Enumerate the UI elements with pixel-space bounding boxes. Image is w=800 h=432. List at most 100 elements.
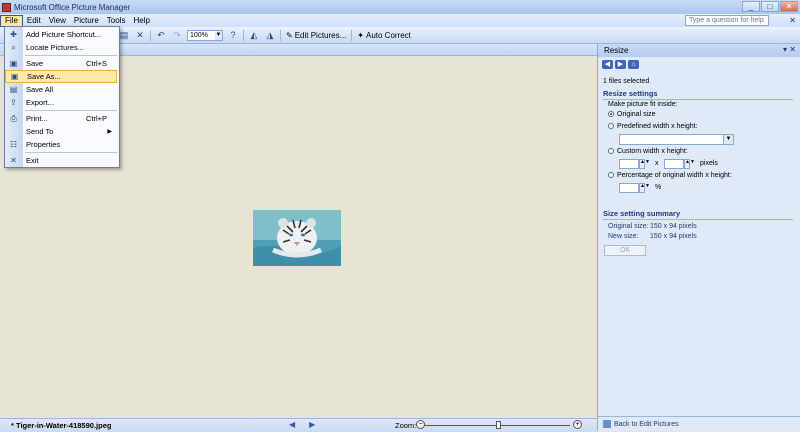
menu-bar: File Edit View Picture Tools Help Type a… [0,14,800,27]
task-pane-controls[interactable]: ▾ ✕ [783,45,796,54]
window-controls: _ □ ✕ [742,1,798,12]
delete-icon[interactable]: ✕ [134,29,146,41]
home-icon[interactable]: ⌂ [628,60,639,69]
menu-view[interactable]: View [45,15,70,27]
menu-tools[interactable]: Tools [103,15,130,27]
menu-item-send-to[interactable]: Send To ▶ [5,125,117,138]
resize-task-pane: Resize ▾ ✕ ◀ ▶ ⌂ 1 files selected Resize… [597,44,800,431]
maximize-button[interactable]: □ [761,1,779,12]
next-icon[interactable]: ▶ [309,420,329,429]
task-pane-nav: ◀ ▶ ⌂ [602,60,800,69]
zoom-combo[interactable]: 100% ▼ [187,29,223,41]
chevron-down-icon: ▼ [215,30,222,40]
menu-item-save[interactable]: ▣ Save Ctrl+S [5,57,117,70]
zoom-slider[interactable] [425,421,570,429]
menu-item-locate-pictures[interactable]: ⌕ Locate Pictures... [5,41,117,54]
exit-icon: ✕ [10,156,17,165]
auto-correct-label: Auto Correct [365,30,411,40]
menu-item-export[interactable]: ⇪ Export... [5,96,117,109]
tiger-image [253,210,341,266]
standard-toolbar: ▤ ✕ ↶ ↷ 100% ▼ ? ◭ ◮ ✎ Edit Pictures... … [0,27,800,44]
window-title: Microsoft Office Picture Manager [14,2,131,12]
auto-correct-button[interactable]: ✦ Auto Correct [354,31,414,40]
size-summary-heading: Size setting summary [603,209,793,220]
close-button[interactable]: ✕ [780,1,798,12]
radio-custom[interactable]: Custom width x height: [608,148,688,155]
menu-file[interactable]: File [0,14,23,27]
edit-pictures-label: Edit Pictures... [294,30,347,40]
task-pane-title: Resize [604,46,629,55]
chevron-down-icon: ▼ [723,135,733,144]
save-icon: ▣ [9,59,18,68]
title-bar: Microsoft Office Picture Manager _ □ ✕ [0,0,800,15]
auto-correct-icon: ✦ [357,30,364,40]
radio-original-dot [608,111,614,118]
ok-button[interactable]: OK [604,245,646,256]
radio-predefined-dot [608,123,614,130]
help-icon[interactable]: ? [227,29,239,41]
task-pane-menu-icon[interactable]: ▾ [783,45,787,54]
locate-icon: ⌕ [11,43,16,52]
radio-original-size[interactable]: Original size [608,111,656,118]
files-selected: 1 files selected [603,78,650,85]
menu-item-exit[interactable]: ✕ Exit [5,154,117,167]
previous-icon[interactable]: ◀ [289,420,309,429]
task-pane-close-icon[interactable]: ✕ [789,45,796,54]
close-document-icon[interactable]: ✕ [776,15,796,26]
app-icon [2,2,11,12]
minimize-button[interactable]: _ [742,1,760,12]
make-fit-label: Make picture fit inside: [608,101,678,108]
add-shortcut-icon: ✚ [10,30,17,39]
predefined-size-select[interactable]: ▼ [619,134,734,145]
status-bar: * Tiger-in-Water-418590.jpeg ◀▶ Zoom: − … [0,418,597,432]
file-menu-dropdown: ✚ Add Picture Shortcut... ⌕ Locate Pictu… [4,26,120,168]
menu-item-print[interactable]: ⎙ Print... Ctrl+P [5,112,117,125]
zoom-in-icon[interactable]: + [573,420,582,429]
rotate-left-icon[interactable]: ◭ [248,29,260,41]
export-icon: ⇪ [10,98,17,107]
zoom-label: Zoom: [395,421,417,430]
radio-percentage[interactable]: Percentage of original width x height: [608,172,732,179]
zoom-combo-value: 100% [190,31,208,39]
custom-width-input[interactable]: ▲▼ [619,159,650,169]
percentage-input[interactable]: ▲▼ [619,183,650,193]
menu-item-properties[interactable]: ☷ Properties [5,138,117,151]
print-icon: ⎙ [10,114,17,123]
menu-item-add-picture-shortcut[interactable]: ✚ Add Picture Shortcut... [5,28,117,41]
x-separator: x [655,160,659,167]
menu-help[interactable]: Help [129,15,153,27]
spinner-icon[interactable]: ▲▼ [684,159,695,169]
forward-icon[interactable]: ▶ [615,60,626,69]
menu-edit[interactable]: Edit [23,15,45,27]
back-icon[interactable]: ◀ [602,60,613,69]
original-size-value: 150 x 94 pixels [650,223,697,230]
spinner-icon[interactable]: ▲▼ [639,183,650,193]
spinner-icon[interactable]: ▲▼ [639,159,650,169]
new-size-label: New size: [608,233,639,240]
picture-nav-arrows[interactable]: ◀▶ [289,420,329,429]
tiger-photo[interactable] [253,210,341,266]
new-size-value: 150 x 94 pixels [650,233,697,240]
menu-item-save-all[interactable]: ▤ Save All [5,83,117,96]
menu-item-save-as[interactable]: ▣ Save As... [5,70,117,83]
undo-icon[interactable]: ↶ [155,29,167,41]
submenu-arrow-icon: ▶ [107,129,112,135]
task-pane-header: Resize ▾ ✕ [598,44,800,57]
zoom-slider-thumb[interactable] [495,421,501,429]
radio-custom-dot [608,148,614,155]
original-size-label: Original size: [608,223,649,230]
save-as-icon: ▣ [10,72,19,81]
save-all-icon: ▤ [9,85,18,94]
edit-pictures-button[interactable]: ✎ Edit Pictures... [283,31,349,40]
rotate-right-icon[interactable]: ◮ [264,29,276,41]
edit-pictures-icon: ✎ [286,30,293,40]
help-search-input[interactable]: Type a question for help [685,15,769,26]
redo-icon[interactable]: ↷ [171,29,183,41]
radio-predefined[interactable]: Predefined width x height: [608,123,698,130]
back-to-edit-pictures-link[interactable]: Back to Edit Pictures [614,421,679,428]
custom-height-input[interactable]: ▲▼ [664,159,695,169]
menu-picture[interactable]: Picture [70,15,103,27]
zoom-out-icon[interactable]: − [416,420,425,429]
task-pane-footer: Back to Edit Pictures [598,416,800,431]
properties-icon: ☷ [9,140,18,149]
